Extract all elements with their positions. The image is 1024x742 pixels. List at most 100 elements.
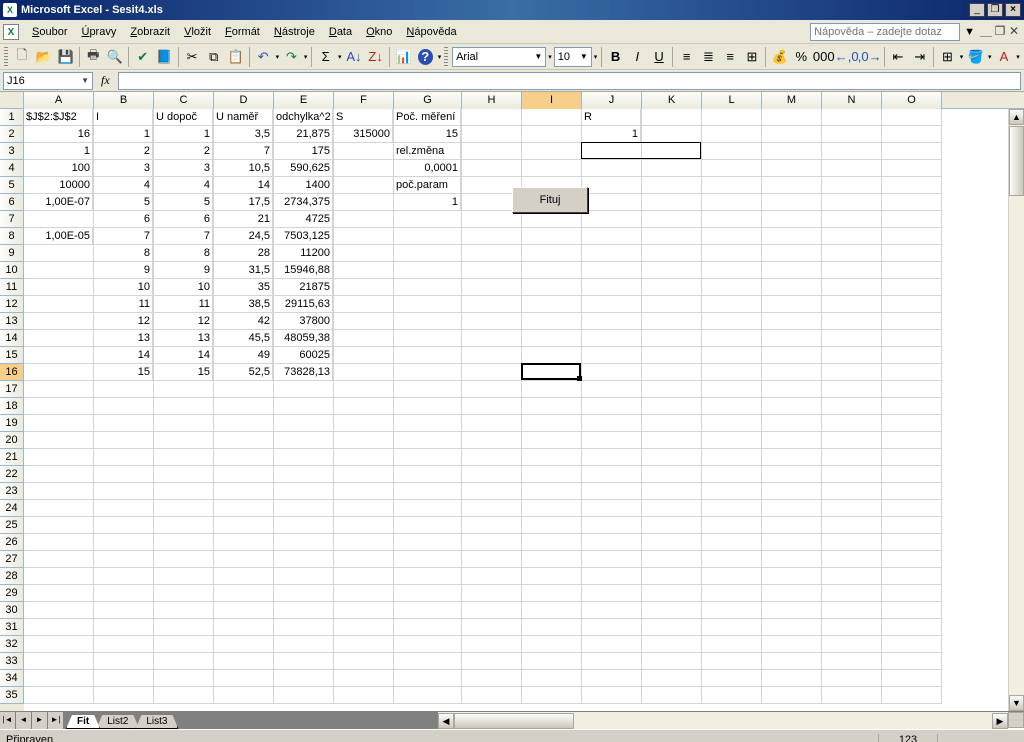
doc-close-button[interactable]: ✕	[1007, 25, 1021, 39]
cell-E6[interactable]: 2734,375	[274, 194, 333, 211]
cell-D1[interactable]: U naměř	[214, 109, 273, 126]
scroll-thumb[interactable]	[1009, 126, 1024, 196]
cell-A6[interactable]: 1,00E-07	[24, 194, 93, 211]
cell-B8[interactable]: 7	[94, 228, 153, 245]
tab-prev-button[interactable]: ◄	[16, 712, 32, 729]
cell-G4[interactable]: 0,0001	[394, 160, 461, 177]
row-header-28[interactable]: 28	[0, 568, 24, 585]
sort-desc-button[interactable]: Z↓	[365, 46, 386, 68]
menu-okno[interactable]: Okno	[359, 23, 399, 41]
cell-B2[interactable]: 1	[94, 126, 153, 143]
row-header-20[interactable]: 20	[0, 432, 24, 449]
cell-C10[interactable]: 9	[154, 262, 213, 279]
hscroll-thumb[interactable]	[454, 713, 574, 729]
borders-button[interactable]: ⊞	[937, 46, 958, 68]
font-color-button[interactable]: A	[994, 46, 1015, 68]
cell-D7[interactable]: 21	[214, 211, 273, 228]
cell-B7[interactable]: 6	[94, 211, 153, 228]
cell-E4[interactable]: 590,625	[274, 160, 333, 177]
cell-B12[interactable]: 11	[94, 296, 153, 313]
row-header-9[interactable]: 9	[0, 245, 24, 262]
font-select[interactable]: Arial ▼	[452, 47, 546, 67]
currency-button[interactable]: 💰	[769, 46, 790, 68]
cell-J2[interactable]: 1	[582, 126, 641, 143]
cell-E13[interactable]: 37800	[274, 313, 333, 330]
autosum-button[interactable]: Σ	[315, 46, 336, 68]
cell-C4[interactable]: 3	[154, 160, 213, 177]
vertical-scrollbar[interactable]: ▲ ▼	[1008, 109, 1024, 711]
maximize-button[interactable]: ❐	[987, 3, 1003, 17]
cell-D8[interactable]: 24,5	[214, 228, 273, 245]
col-header-L[interactable]: L	[702, 92, 762, 109]
cell-D4[interactable]: 10,5	[214, 160, 273, 177]
sort-asc-button[interactable]: A↓	[344, 46, 365, 68]
row-header-3[interactable]: 3	[0, 143, 24, 160]
cell-G6[interactable]: 1	[394, 194, 461, 211]
cell-J1[interactable]: R	[582, 109, 641, 126]
cell-C16[interactable]: 15	[154, 364, 213, 381]
font-dropdown-icon[interactable]: ▾	[547, 53, 553, 61]
col-header-F[interactable]: F	[334, 92, 394, 109]
undo-button[interactable]: ↶	[253, 46, 274, 68]
tab-last-button[interactable]: ►|	[48, 712, 64, 729]
sheet-tab-list3[interactable]: List3	[135, 715, 178, 729]
italic-button[interactable]: I	[627, 46, 648, 68]
print-button[interactable]: 🖶	[83, 46, 104, 68]
cell-D13[interactable]: 42	[214, 313, 273, 330]
menu-úpravy[interactable]: Úpravy	[74, 23, 123, 41]
cell-E11[interactable]: 21875	[274, 279, 333, 296]
cell-D16[interactable]: 52,5	[214, 364, 273, 381]
row-header-12[interactable]: 12	[0, 296, 24, 313]
cell-E12[interactable]: 29115,63	[274, 296, 333, 313]
doc-minimize-button[interactable]: ＿	[979, 25, 993, 39]
cell-D9[interactable]: 28	[214, 245, 273, 262]
row-header-16[interactable]: 16	[0, 364, 24, 381]
cell-D12[interactable]: 38,5	[214, 296, 273, 313]
cell-D3[interactable]: 7	[214, 143, 273, 160]
new-button[interactable]: 🗋	[12, 46, 33, 68]
autosum-dropdown-icon[interactable]: ▾	[337, 53, 343, 61]
decrease-indent-button[interactable]: ⇤	[888, 46, 909, 68]
cell-G5[interactable]: poč.param	[394, 177, 461, 194]
cell-F2[interactable]: 315000	[334, 126, 393, 143]
cell-A8[interactable]: 1,00E-05	[24, 228, 93, 245]
toolbar-options-icon[interactable]: ▾	[437, 53, 443, 61]
spelling-button[interactable]: ✔	[132, 46, 153, 68]
row-header-15[interactable]: 15	[0, 347, 24, 364]
sheet-tab-fit[interactable]: Fit	[66, 715, 100, 729]
cell-C13[interactable]: 12	[154, 313, 213, 330]
row-header-22[interactable]: 22	[0, 466, 24, 483]
cut-button[interactable]: ✂	[182, 46, 203, 68]
toolbar-grip[interactable]	[4, 47, 8, 67]
cell-C11[interactable]: 10	[154, 279, 213, 296]
col-header-K[interactable]: K	[642, 92, 702, 109]
underline-button[interactable]: U	[649, 46, 670, 68]
menu-nápověda[interactable]: Nápověda	[399, 23, 463, 41]
scroll-up-button[interactable]: ▲	[1009, 109, 1024, 125]
cell-B15[interactable]: 14	[94, 347, 153, 364]
name-box[interactable]: J16 ▼	[3, 72, 93, 90]
comma-button[interactable]: 000	[813, 46, 835, 68]
save-button[interactable]: 💾	[55, 46, 76, 68]
cell-B1[interactable]: I	[94, 109, 153, 126]
cell-C3[interactable]: 2	[154, 143, 213, 160]
cell-A4[interactable]: 100	[24, 160, 93, 177]
row-header-29[interactable]: 29	[0, 585, 24, 602]
paste-button[interactable]: 📋	[225, 46, 246, 68]
size-dropdown-icon[interactable]: ▾	[593, 53, 599, 61]
align-center-button[interactable]: ≣	[698, 46, 719, 68]
row-header-32[interactable]: 32	[0, 636, 24, 653]
cell-B9[interactable]: 8	[94, 245, 153, 262]
help-dropdown-icon[interactable]: ▼	[964, 26, 975, 38]
increase-indent-button[interactable]: ⇥	[909, 46, 930, 68]
row-header-21[interactable]: 21	[0, 449, 24, 466]
menu-data[interactable]: Data	[322, 23, 359, 41]
cell-D5[interactable]: 14	[214, 177, 273, 194]
doc-restore-button[interactable]: ❐	[993, 25, 1007, 39]
row-header-23[interactable]: 23	[0, 483, 24, 500]
row-header-8[interactable]: 8	[0, 228, 24, 245]
help-button[interactable]: ?	[418, 49, 433, 65]
cell-C7[interactable]: 6	[154, 211, 213, 228]
help-search-input[interactable]	[810, 23, 960, 41]
cells-area[interactable]: $J$2:$J$2IU dopočU naměřodchylka^2SPoč. …	[24, 109, 1024, 711]
